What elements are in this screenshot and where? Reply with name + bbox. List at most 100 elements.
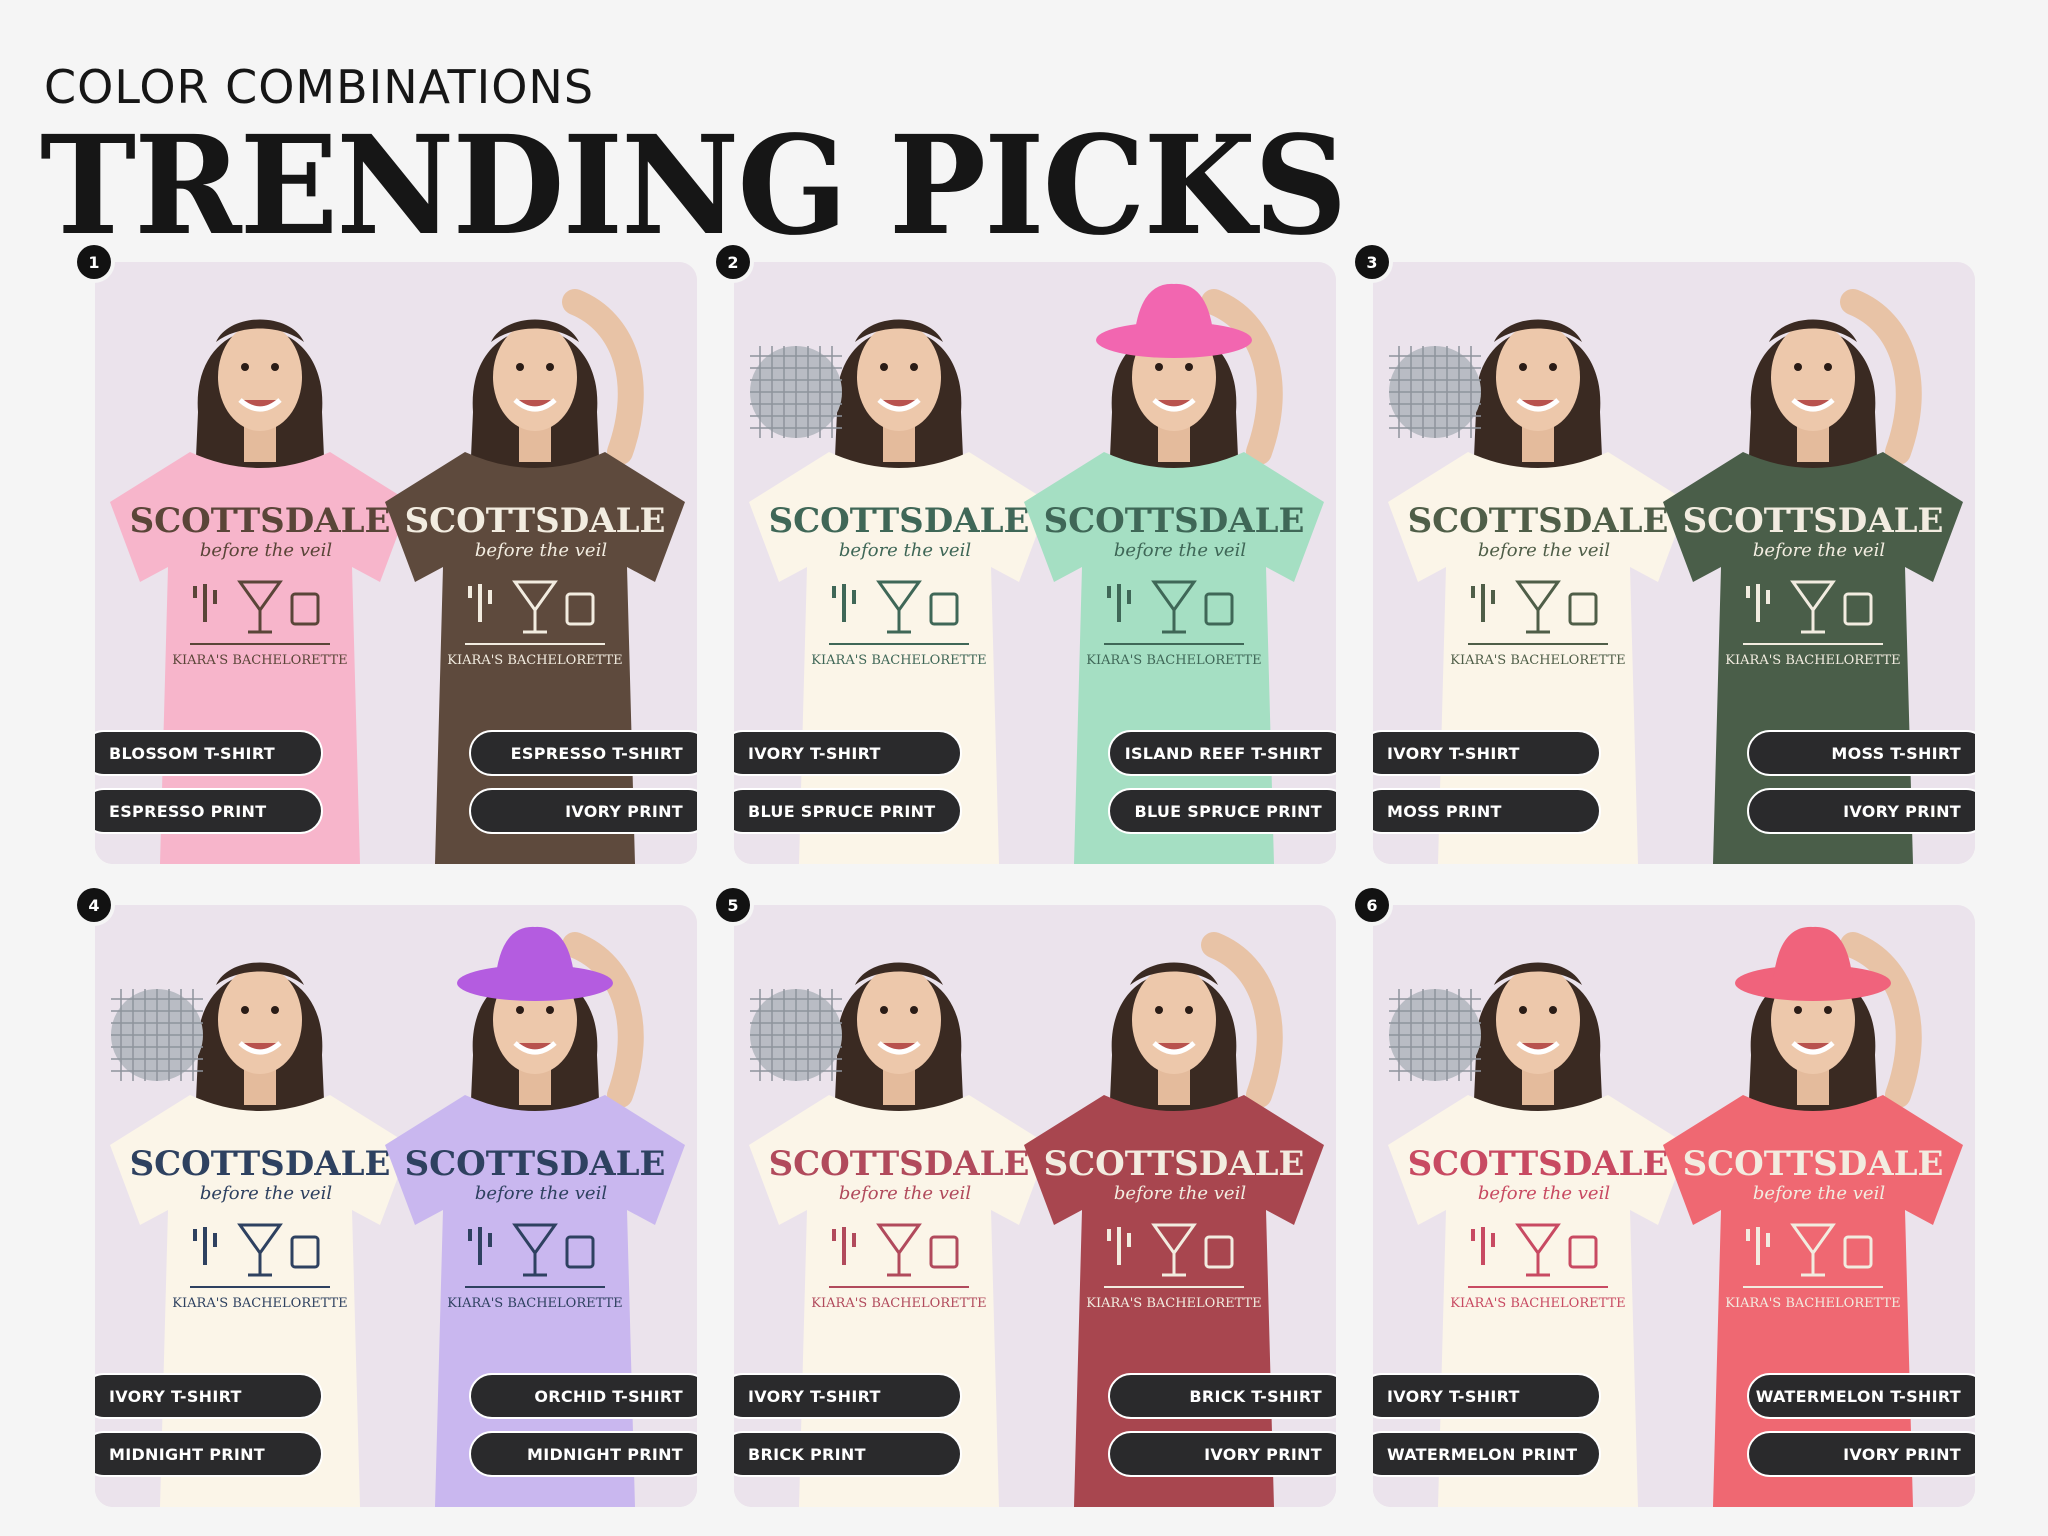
- disco-ball: [1389, 346, 1481, 438]
- left-shirt-color-label: IVORY T-SHIRT: [734, 1373, 962, 1419]
- page-title: TRENDING PICKS: [40, 106, 1347, 266]
- print-title: SCOTTSDALE: [405, 1144, 666, 1184]
- eye: [1794, 363, 1802, 371]
- print-footer: KIARA'S BACHELORETTE: [447, 653, 622, 668]
- left-print-color-label: MIDNIGHT PRINT: [95, 1431, 323, 1477]
- eye: [910, 363, 918, 371]
- right-shirt-color-label: MOSS T-SHIRT: [1747, 730, 1975, 776]
- print-subtitle: before the veil: [475, 540, 607, 561]
- print-subtitle: before the veil: [200, 1183, 332, 1204]
- print-title: SCOTTSDALE: [1683, 501, 1944, 541]
- right-print-color-label: IVORY PRINT: [1108, 1431, 1336, 1477]
- eye: [1155, 363, 1163, 371]
- disco-ball: [750, 989, 842, 1081]
- right-shirt-color-label: WATERMELON T-SHIRT: [1747, 1373, 1975, 1419]
- right-shirt-color-label: BRICK T-SHIRT: [1108, 1373, 1336, 1419]
- face: [857, 323, 941, 431]
- combo-card-3[interactable]: SCOTTSDALE before the veil KIARA'S BACHELO…: [1373, 262, 1975, 864]
- print-title: SCOTTSDALE: [1408, 501, 1669, 541]
- print-footer: KIARA'S BACHELORETTE: [172, 653, 347, 668]
- print-title: SCOTTSDALE: [1044, 501, 1305, 541]
- print-subtitle: before the veil: [1478, 1183, 1610, 1204]
- print-subtitle: before the veil: [200, 540, 332, 561]
- print-subtitle: before the veil: [1753, 1183, 1885, 1204]
- right-print-color-label: MIDNIGHT PRINT: [469, 1431, 697, 1477]
- right-print-color-label: IVORY PRINT: [469, 788, 697, 834]
- eye: [1549, 363, 1557, 371]
- print-subtitle: before the veil: [839, 1183, 971, 1204]
- eye: [546, 363, 554, 371]
- disco-ball: [750, 346, 842, 438]
- eye: [516, 363, 524, 371]
- right-shirt-color-label: ORCHID T-SHIRT: [469, 1373, 697, 1419]
- eye: [271, 363, 279, 371]
- left-print-color-label: ESPRESSO PRINT: [95, 788, 323, 834]
- right-print-color-label: BLUE SPRUCE PRINT: [1108, 788, 1336, 834]
- left-print-color-label: WATERMELON PRINT: [1373, 1431, 1601, 1477]
- eye: [1185, 1006, 1193, 1014]
- card-number-badge-1: 1: [77, 245, 111, 279]
- face: [1496, 966, 1580, 1074]
- face: [1132, 966, 1216, 1074]
- eye: [1549, 1006, 1557, 1014]
- print-footer: KIARA'S BACHELORETTE: [811, 653, 986, 668]
- print-footer: KIARA'S BACHELORETTE: [1086, 653, 1261, 668]
- disco-ball: [1389, 989, 1481, 1081]
- eye: [910, 1006, 918, 1014]
- eye: [241, 363, 249, 371]
- card-number-badge-2: 2: [716, 245, 750, 279]
- print-title: SCOTTSDALE: [130, 501, 391, 541]
- face: [1496, 323, 1580, 431]
- face: [218, 323, 302, 431]
- print-title: SCOTTSDALE: [769, 501, 1030, 541]
- print-subtitle: before the veil: [1114, 540, 1246, 561]
- combo-card-1[interactable]: SCOTTSDALE before the veil KIARA'S BACHELO…: [95, 262, 697, 864]
- right-shirt-color-label: ESPRESSO T-SHIRT: [469, 730, 697, 776]
- combo-card-5[interactable]: SCOTTSDALE before the veil KIARA'S BACHELO…: [734, 905, 1336, 1507]
- face: [857, 966, 941, 1074]
- print-footer: KIARA'S BACHELORETTE: [1450, 1296, 1625, 1311]
- card-number-badge-5: 5: [716, 888, 750, 922]
- left-shirt-color-label: IVORY T-SHIRT: [95, 1373, 323, 1419]
- left-print-color-label: MOSS PRINT: [1373, 788, 1601, 834]
- disco-ball: [111, 989, 203, 1081]
- combo-card-2[interactable]: SCOTTSDALE before the veil KIARA'S BACHELO…: [734, 262, 1336, 864]
- print-title: SCOTTSDALE: [130, 1144, 391, 1184]
- print-title: SCOTTSDALE: [1408, 1144, 1669, 1184]
- face: [493, 323, 577, 431]
- print-subtitle: before the veil: [1114, 1183, 1246, 1204]
- print-subtitle: before the veil: [839, 540, 971, 561]
- eye: [516, 1006, 524, 1014]
- print-subtitle: before the veil: [1478, 540, 1610, 561]
- eye: [880, 1006, 888, 1014]
- left-print-color-label: BLUE SPRUCE PRINT: [734, 788, 962, 834]
- eye: [1794, 1006, 1802, 1014]
- eye: [1155, 1006, 1163, 1014]
- left-shirt-color-label: BLOSSOM T-SHIRT: [95, 730, 323, 776]
- eye: [241, 1006, 249, 1014]
- eye: [1185, 363, 1193, 371]
- card-number-badge-4: 4: [77, 888, 111, 922]
- print-footer: KIARA'S BACHELORETTE: [172, 1296, 347, 1311]
- print-footer: KIARA'S BACHELORETTE: [811, 1296, 986, 1311]
- eye: [1519, 363, 1527, 371]
- print-title: SCOTTSDALE: [1044, 1144, 1305, 1184]
- eye: [880, 363, 888, 371]
- print-footer: KIARA'S BACHELORETTE: [1725, 1296, 1900, 1311]
- left-print-color-label: BRICK PRINT: [734, 1431, 962, 1477]
- combo-card-6[interactable]: SCOTTSDALE before the veil KIARA'S BACHELO…: [1373, 905, 1975, 1507]
- eye: [1824, 363, 1832, 371]
- left-shirt-color-label: IVORY T-SHIRT: [734, 730, 962, 776]
- card-number-badge-3: 3: [1355, 245, 1389, 279]
- right-print-color-label: IVORY PRINT: [1747, 1431, 1975, 1477]
- face: [1771, 323, 1855, 431]
- print-title: SCOTTSDALE: [1683, 1144, 1944, 1184]
- print-footer: KIARA'S BACHELORETTE: [447, 1296, 622, 1311]
- eye: [271, 1006, 279, 1014]
- print-footer: KIARA'S BACHELORETTE: [1086, 1296, 1261, 1311]
- eye: [1519, 1006, 1527, 1014]
- print-footer: KIARA'S BACHELORETTE: [1725, 653, 1900, 668]
- combo-card-4[interactable]: SCOTTSDALE before the veil KIARA'S BACHELO…: [95, 905, 697, 1507]
- right-shirt-color-label: ISLAND REEF T-SHIRT: [1108, 730, 1336, 776]
- left-shirt-color-label: IVORY T-SHIRT: [1373, 730, 1601, 776]
